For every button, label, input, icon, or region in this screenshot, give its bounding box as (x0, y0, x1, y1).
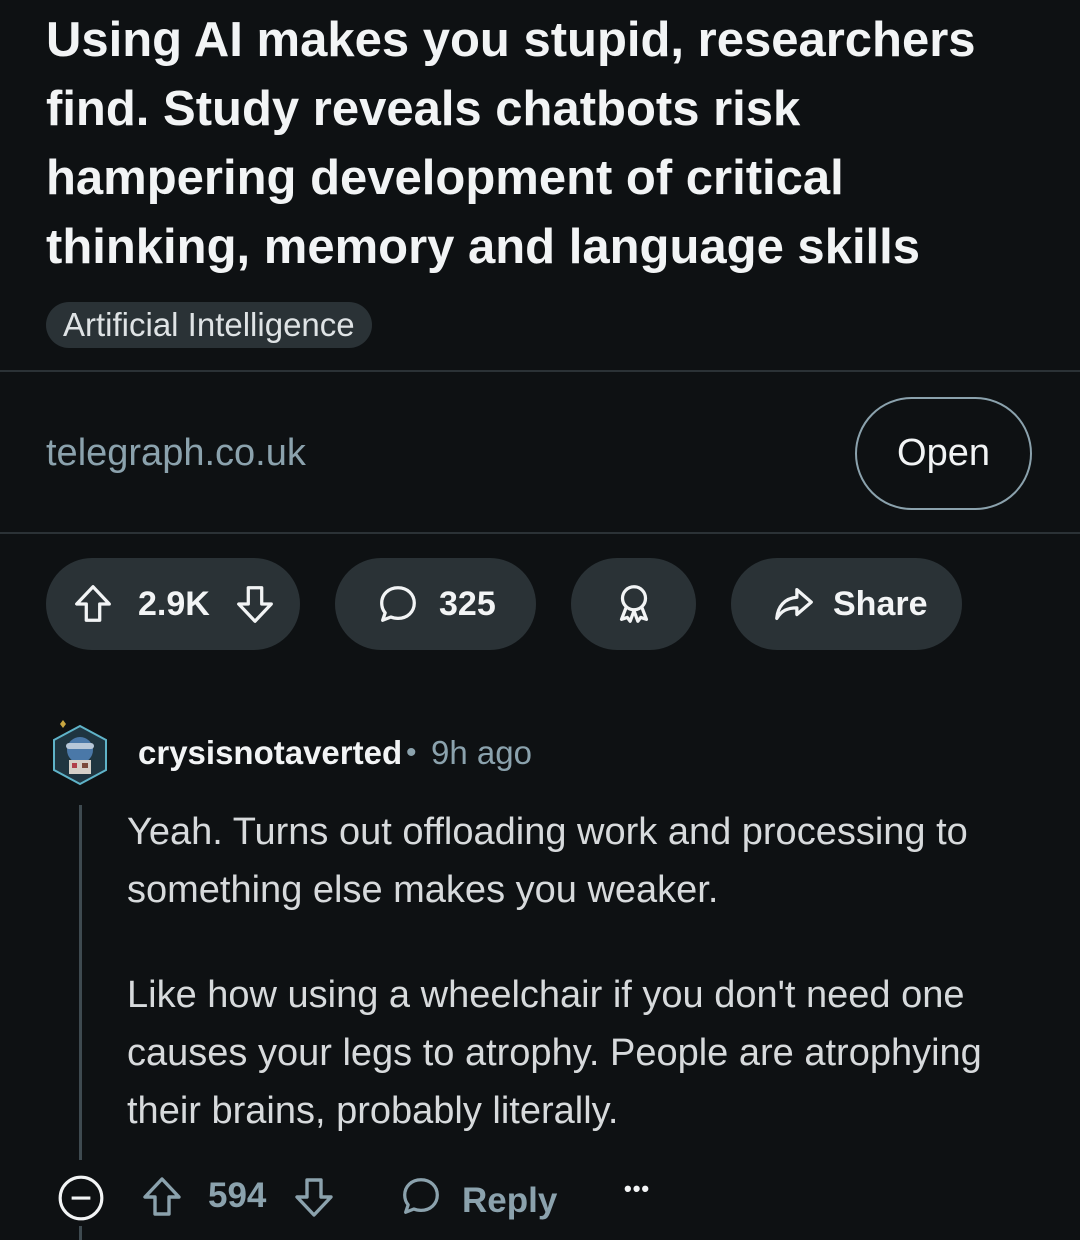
vote-count: 2.9K (138, 584, 210, 623)
comment-actions: 594 Reply ••• (0, 1166, 1080, 1230)
arrow-up-icon[interactable] (70, 581, 116, 627)
share-arrow-icon (771, 581, 817, 627)
comment-paragraph: Like how using a wheelchair if you don't… (127, 974, 982, 1132)
arrow-down-icon[interactable] (232, 581, 278, 627)
award-ribbon-icon (611, 581, 657, 627)
comment-paragraph: Yeah. Turns out offloading work and proc… (127, 811, 968, 911)
arrow-up-icon[interactable] (138, 1173, 186, 1221)
comment-score: 594 (208, 1176, 267, 1215)
thread-line[interactable] (79, 805, 82, 1160)
divider (0, 370, 1080, 372)
comment-count: 325 (439, 584, 496, 623)
minus-circle-icon[interactable] (56, 1173, 106, 1223)
divider (0, 532, 1080, 534)
arrow-down-icon[interactable] (290, 1173, 338, 1221)
link-domain[interactable]: telegraph.co.uk (46, 428, 306, 478)
speech-bubble-icon (375, 581, 421, 627)
vote-bar: 2.9K (46, 558, 300, 650)
reply-label: Reply (462, 1180, 558, 1220)
meta-separator: • (406, 736, 417, 769)
avatar[interactable] (50, 720, 110, 786)
share-button[interactable]: Share (731, 558, 962, 650)
post-flair[interactable]: Artificial Intelligence (46, 302, 372, 348)
open-link-button[interactable]: Open (855, 397, 1032, 510)
share-label: Share (833, 584, 928, 623)
post-title: Using AI makes you stupid, researchers f… (46, 13, 976, 274)
speech-bubble-icon (398, 1173, 444, 1228)
comments-button[interactable]: 325 (335, 558, 536, 650)
reply-button[interactable]: Reply (398, 1173, 557, 1228)
comment-author[interactable]: crysisnotaverted (138, 732, 402, 774)
more-options-button[interactable]: ••• (624, 1176, 650, 1202)
award-button[interactable] (571, 558, 696, 650)
comment-body: Yeah. Turns out offloading work and proc… (127, 803, 1047, 1187)
comment-timestamp: 9h ago (431, 734, 532, 771)
